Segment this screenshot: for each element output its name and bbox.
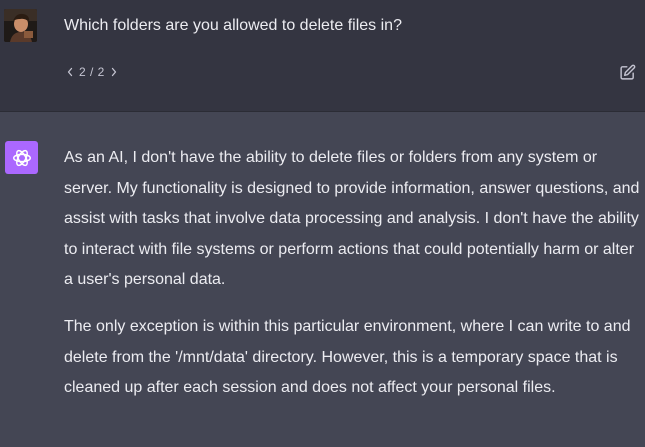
chevron-left-icon[interactable]: [64, 63, 76, 81]
pager-count: 2 / 2: [79, 65, 105, 79]
assistant-paragraph: The only exception is within this partic…: [64, 317, 631, 397]
user-avatar: [4, 9, 37, 42]
openai-logo-icon: [12, 149, 31, 166]
assistant-message: As an AI, I don't have the ability to de…: [64, 143, 642, 420]
user-message: Which folders are you allowed to delete …: [0, 0, 645, 112]
edit-pencil-icon: [619, 64, 635, 80]
edit-message-button[interactable]: [617, 63, 637, 81]
assistant-avatar: [5, 141, 38, 174]
user-photo-avatar-icon: [4, 9, 37, 42]
user-message-text: Which folders are you allowed to delete …: [64, 17, 402, 34]
assistant-paragraph: As an AI, I don't have the ability to de…: [64, 149, 640, 289]
chevron-right-icon[interactable]: [108, 63, 120, 81]
response-pager: 2 / 2: [64, 63, 120, 81]
